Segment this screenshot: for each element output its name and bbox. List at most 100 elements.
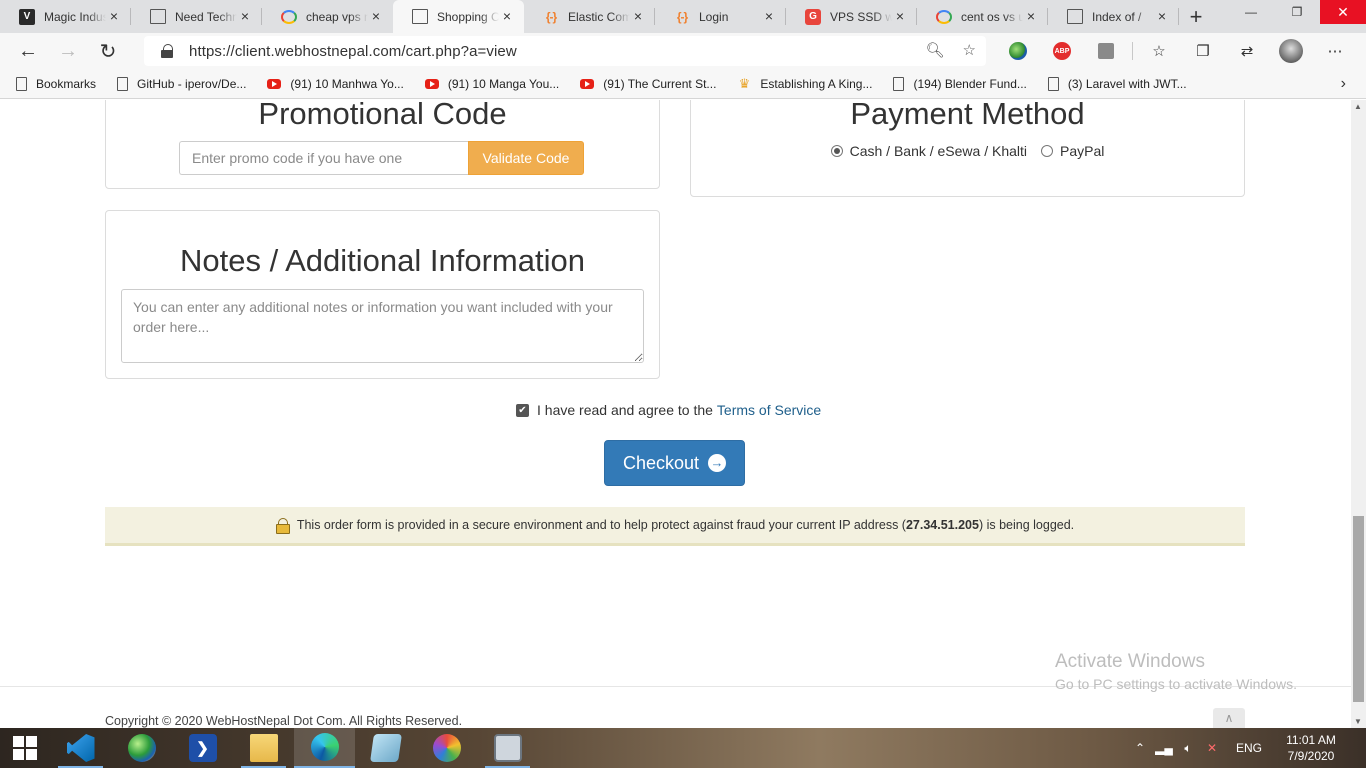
vscode-taskbar-button[interactable]: [50, 728, 111, 768]
scroll-thumb[interactable]: [1353, 516, 1364, 702]
bookmark-item[interactable]: (194) Blender Fund...: [893, 77, 1027, 91]
browser-tab[interactable]: cent os vs u ×: [917, 0, 1048, 33]
bookmark-label: (3) Laravel with JWT...: [1067, 77, 1187, 91]
promo-code-input[interactable]: [179, 141, 469, 175]
globe-app-taskbar-button[interactable]: [111, 728, 172, 768]
back-to-top-icon[interactable]: ∧: [1213, 708, 1245, 728]
window-controls: — ❐ ✕: [1228, 0, 1366, 33]
youtube-icon: [424, 79, 439, 89]
crown-icon: ♛: [738, 76, 751, 91]
address-bar[interactable]: https://client.webhostnepal.com/cart.php…: [144, 36, 986, 66]
tos-text: I have read and agree to the: [537, 402, 713, 418]
browser-tab[interactable]: Index of / ×: [1048, 0, 1179, 33]
radio-checked[interactable]: [830, 145, 843, 157]
profile-avatar[interactable]: [1269, 36, 1313, 66]
close-icon[interactable]: ×: [500, 9, 514, 23]
notes-panel: Notes / Additional Information: [105, 210, 660, 379]
bookmark-item[interactable]: (91) The Current St...: [580, 77, 716, 91]
close-icon[interactable]: ×: [631, 9, 645, 23]
favorite-star-icon[interactable]: ☆: [963, 41, 976, 59]
browser-tab[interactable]: cheap vps n ×: [262, 0, 393, 33]
bookmark-item[interactable]: GitHub - iperov/De...: [117, 77, 246, 91]
language-indicator[interactable]: ENG: [1236, 741, 1262, 755]
bookmark-item[interactable]: (91) 10 Manhwa Yo...: [267, 77, 404, 91]
chevron-up-icon[interactable]: ⌃: [1128, 741, 1152, 755]
favorites-icon[interactable]: ☆: [1137, 36, 1181, 66]
back-arrow-icon[interactable]: ←: [8, 36, 48, 68]
monitor-app-taskbar-button[interactable]: [477, 728, 538, 768]
bookmark-label: (194) Blender Fund...: [913, 77, 1027, 91]
notes-app-taskbar-button[interactable]: [355, 728, 416, 768]
tab-title: cent os vs u: [961, 9, 1023, 24]
secure-text-after: ) is being logged.: [978, 518, 1075, 532]
network-icon[interactable]: ▂▄: [1152, 741, 1176, 755]
bracket-icon: {-}: [676, 9, 688, 24]
volume-icon[interactable]: 🔈︎: [1176, 741, 1200, 756]
checkout-label: Checkout: [622, 452, 700, 473]
browser-tab-active[interactable]: Shopping Ca ×: [393, 0, 524, 33]
clock[interactable]: 11:01 AM 7/9/2020: [1276, 732, 1346, 764]
browser-tab[interactable]: {-} Login ×: [655, 0, 786, 33]
more-options-icon[interactable]: ⋯: [1313, 36, 1357, 66]
google-icon: [281, 9, 297, 24]
youtube-icon: [580, 79, 595, 89]
close-icon[interactable]: ×: [893, 9, 907, 23]
chevron-right-icon[interactable]: ›: [1341, 75, 1346, 93]
bookmark-item[interactable]: Bookmarks: [16, 77, 96, 91]
page-scrollbar[interactable]: ▲ ▼: [1351, 100, 1366, 728]
collections-icon[interactable]: ❐: [1181, 36, 1225, 66]
forward-arrow-icon[interactable]: →: [48, 36, 88, 68]
tab-title: VPS SSD wit: [830, 9, 892, 24]
extensions-area: ABP ☆ ❐ ⇄ ⋯: [996, 36, 1357, 66]
clock-time: 11:01 AM: [1286, 733, 1336, 747]
windows-taskbar: ❯ ⌃ ▂▄ 🔈︎ ✕ ENG 11:01 AM 7/9/2020: [0, 728, 1366, 768]
system-tray: ⌃ ▂▄ 🔈︎ ✕ ENG 11:01 AM 7/9/2020: [1128, 728, 1366, 768]
scroll-down-icon[interactable]: ▼: [1354, 717, 1362, 726]
zoom-search-icon[interactable]: 🔍︎: [926, 41, 945, 59]
bookmark-item[interactable]: (3) Laravel with JWT...: [1047, 77, 1187, 91]
promo-heading: Promotional Code: [258, 100, 507, 131]
bookmark-item[interactable]: (91) 10 Manga You...: [424, 77, 559, 91]
close-icon[interactable]: ×: [369, 9, 383, 23]
adblock-plus-icon[interactable]: ABP: [1040, 36, 1084, 66]
lock-icon[interactable]: [161, 44, 175, 58]
notes-heading: Notes / Additional Information: [180, 243, 585, 278]
browser-tab[interactable]: Need Techn ×: [131, 0, 262, 33]
tab-title: Login: [699, 9, 729, 24]
activate-windows-subtitle: Go to PC settings to activate Windows.: [1055, 676, 1297, 692]
payment-option-cash[interactable]: Cash / Bank / eSewa / Khalti: [830, 143, 1027, 159]
browser-tab[interactable]: G VPS SSD wit ×: [786, 0, 917, 33]
close-icon[interactable]: ×: [107, 9, 121, 23]
window-close-icon[interactable]: ✕: [1320, 0, 1366, 24]
new-tab-button[interactable]: +: [1179, 0, 1213, 33]
paint-app-taskbar-button[interactable]: [416, 728, 477, 768]
scroll-up-icon[interactable]: ▲: [1354, 102, 1362, 111]
minimize-icon[interactable]: —: [1228, 0, 1274, 24]
notes-textarea[interactable]: [121, 289, 644, 363]
url-text[interactable]: https://client.webhostnepal.com/cart.php…: [189, 43, 517, 60]
file-explorer-taskbar-button[interactable]: [233, 728, 294, 768]
globe-extension-icon[interactable]: [996, 36, 1040, 66]
close-icon[interactable]: ×: [238, 9, 252, 23]
restore-icon[interactable]: ❐: [1274, 0, 1320, 24]
terms-of-service-link[interactable]: Terms of Service: [717, 402, 821, 418]
close-icon[interactable]: ×: [762, 9, 776, 23]
share-icon[interactable]: ⇄: [1225, 36, 1269, 66]
start-button[interactable]: [0, 728, 50, 768]
edge-taskbar-button[interactable]: [294, 728, 355, 768]
browser-tab[interactable]: {-} Elastic Com ×: [524, 0, 655, 33]
bracket-icon: {-}: [545, 9, 557, 24]
extension-icon[interactable]: [1084, 36, 1128, 66]
radio-unchecked[interactable]: [1041, 145, 1054, 157]
browser-tab[interactable]: V Magic Indus ×: [0, 0, 131, 33]
refresh-icon[interactable]: ↻: [88, 36, 128, 68]
power-warning-icon[interactable]: ✕: [1200, 741, 1224, 755]
close-icon[interactable]: ×: [1024, 9, 1038, 23]
checkout-button[interactable]: Checkout →: [604, 440, 745, 486]
payment-option-paypal[interactable]: PayPal: [1041, 143, 1104, 159]
tos-checkbox[interactable]: ✔: [516, 403, 529, 417]
powershell-taskbar-button[interactable]: ❯: [172, 728, 233, 768]
close-icon[interactable]: ×: [1155, 9, 1169, 23]
bookmark-item[interactable]: ♛ Establishing A King...: [737, 76, 873, 91]
validate-code-button[interactable]: Validate Code: [468, 141, 584, 175]
